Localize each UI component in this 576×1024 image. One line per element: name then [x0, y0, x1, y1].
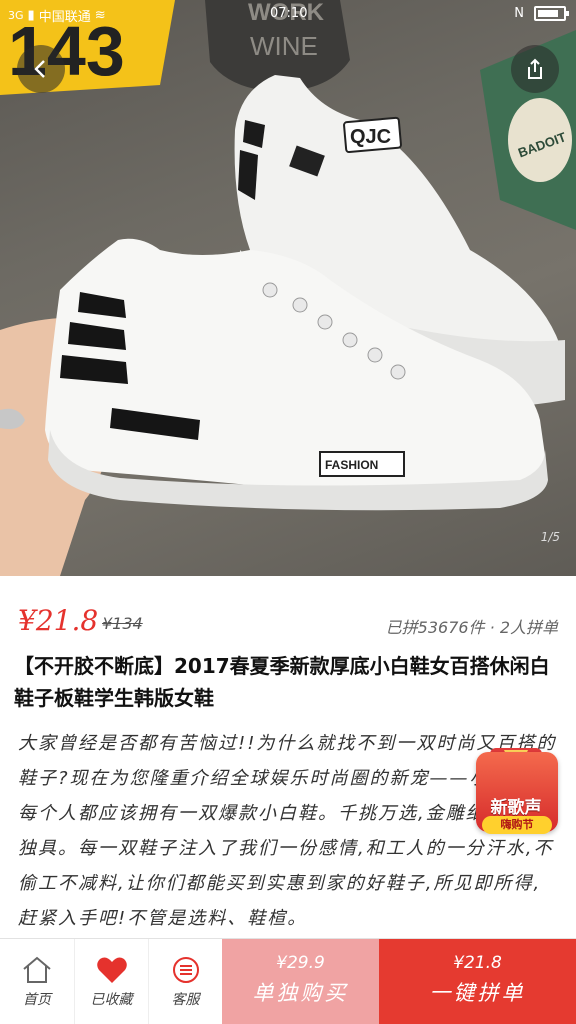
- signal-icon: ▮: [27, 8, 35, 23]
- box-text-bottom: WINE: [250, 31, 318, 61]
- product-image[interactable]: WORK WINE 143 BADOIT QJC FASHION: [0, 0, 576, 576]
- battery-icon: [534, 6, 569, 21]
- original-price: ¥134: [102, 614, 143, 633]
- nfc-icon: N: [514, 6, 524, 21]
- buy-alone-label: 单独购买: [252, 981, 349, 1005]
- home-icon: [23, 956, 51, 983]
- price-row: ¥21.8 ¥134 已拼53676件 · 2人拼单: [18, 604, 558, 640]
- nav-home-label: 首页: [23, 992, 51, 1008]
- heart-icon: [96, 957, 127, 983]
- sneaker-photo: WORK WINE 143 BADOIT QJC FASHION: [0, 0, 576, 576]
- buy-alone-price: ¥29.9: [276, 953, 325, 973]
- network-type: 3G: [8, 9, 24, 22]
- tongue-label: QJC: [350, 126, 391, 148]
- promo-title: 新歌声: [490, 798, 542, 818]
- bottom-action-bar: 首页 已收藏 客服 ¥29.9 单独购买 ¥21.8 一键拼单: [0, 938, 576, 1024]
- image-index: 1/5: [540, 530, 560, 544]
- group-buy-button[interactable]: ¥21.8 一键拼单: [379, 939, 576, 1024]
- back-button[interactable]: [17, 45, 65, 93]
- nav-home[interactable]: 首页: [0, 939, 74, 1024]
- status-bar: 3G ▮ 中国联通 ≋ 07:10 N: [0, 0, 576, 30]
- product-title: 【不开胶不断底】2017春夏季新款厚底小白鞋女百搭休闲白鞋子板鞋学生韩版女鞋: [14, 654, 550, 710]
- group-price: ¥21.8: [18, 604, 99, 637]
- share-icon: [528, 58, 542, 79]
- nav-favorite-label: 已收藏: [90, 992, 133, 1008]
- share-button[interactable]: [511, 45, 559, 93]
- side-label: FASHION: [325, 458, 378, 472]
- promo-subtitle: 嗨购节: [482, 816, 552, 834]
- group-buy-label: 一键拼单: [429, 981, 526, 1005]
- group-buy-price: ¥21.8: [453, 953, 502, 973]
- buy-alone-button[interactable]: ¥29.9 单独购买: [222, 939, 379, 1024]
- promo-badge[interactable]: 新歌声 嗨购节: [468, 738, 564, 838]
- nav-favorite[interactable]: 已收藏: [74, 939, 148, 1024]
- chevron-left-icon: [34, 60, 45, 78]
- nav-customer-service[interactable]: 客服: [148, 939, 222, 1024]
- status-time: 07:10: [270, 6, 308, 21]
- chat-icon: [172, 957, 199, 983]
- carrier-name: 中国联通: [38, 10, 91, 25]
- wifi-icon: ≋: [94, 8, 106, 23]
- nav-customer-service-label: 客服: [171, 992, 200, 1008]
- sold-count: 已拼53676件 · 2人拼单: [385, 618, 558, 637]
